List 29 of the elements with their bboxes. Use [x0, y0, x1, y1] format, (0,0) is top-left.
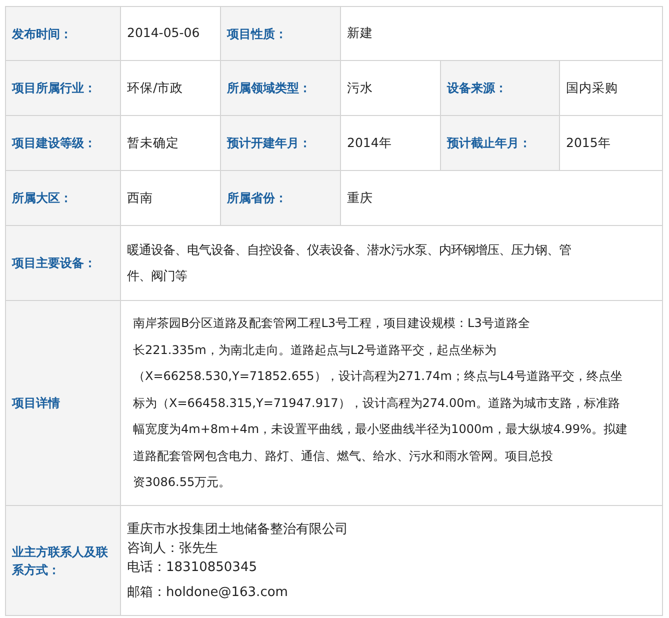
field-value: 国内采购 — [560, 60, 662, 116]
field-label: 所属领域类型： — [220, 60, 340, 116]
field-label: 项目详情 — [6, 300, 120, 506]
field-value: 污水 — [340, 60, 440, 116]
field-value: 新建 — [340, 6, 662, 60]
field-label: 设备来源： — [440, 60, 560, 116]
field-value: 2014年 — [340, 116, 440, 170]
field-label: 预计开建年月： — [220, 116, 340, 170]
contact-line: 电话：18310850345 — [127, 558, 258, 576]
field-label: 业主方联系人及联系方式： — [6, 506, 120, 616]
description-text: 南岸茶园B分区道路及配套管网工程L3号工程，项目建设规模：L3号道路全 长221.335m，为南北走向。道路起点与L2号道路平交，起点坐标为 （X=66258.530,Y=71852.655），设计高程为271.74m；终点与L4号道路平交，终点坐 标为（X=66458.315,Y=71947.917），设计高程为274.00m。道路为城市支路，标准路 幅宽度为4m+8m+4m，未设置平曲线，最小竖曲线半径为1000m，最大纵坡4.99%。拟建 道路配套管网包含电力、路灯、通信、燃气、给水、污水和雨水管网。项目总投 资3086.55万元。 — [132, 315, 628, 492]
contact-line: 咨询人：张先生 — [127, 540, 219, 558]
field-label: 所属大区： — [6, 170, 120, 226]
field-value: 暂未确定 — [120, 116, 220, 170]
field-label: 项目主要设备： — [6, 226, 120, 300]
field-label: 项目性质： — [220, 6, 340, 60]
contact-line: 邮箱：holdone@163.com — [127, 584, 289, 602]
field-label: 发布时间： — [6, 6, 120, 60]
field-value: 环保/市政 — [120, 60, 220, 116]
field-label: 预计截止年月： — [440, 116, 560, 170]
field-label: 项目建设等级： — [6, 116, 120, 170]
field-value: 西南 — [120, 170, 220, 226]
field-value: 2014-05-06 — [120, 6, 220, 60]
field-label: 所属省份： — [220, 170, 340, 226]
field-value: 重庆 — [340, 170, 662, 226]
contact-line: 重庆市水投集团土地储备整治有限公司 — [127, 520, 349, 538]
field-label: 项目所属行业： — [6, 60, 120, 116]
field-value: 2015年 — [560, 116, 662, 170]
description-text: 暖通设备、电气设备、自控设备、仪表设备、潜水污水泵、内环钢增压、压力钢、管 件、阀门等 — [127, 242, 572, 285]
